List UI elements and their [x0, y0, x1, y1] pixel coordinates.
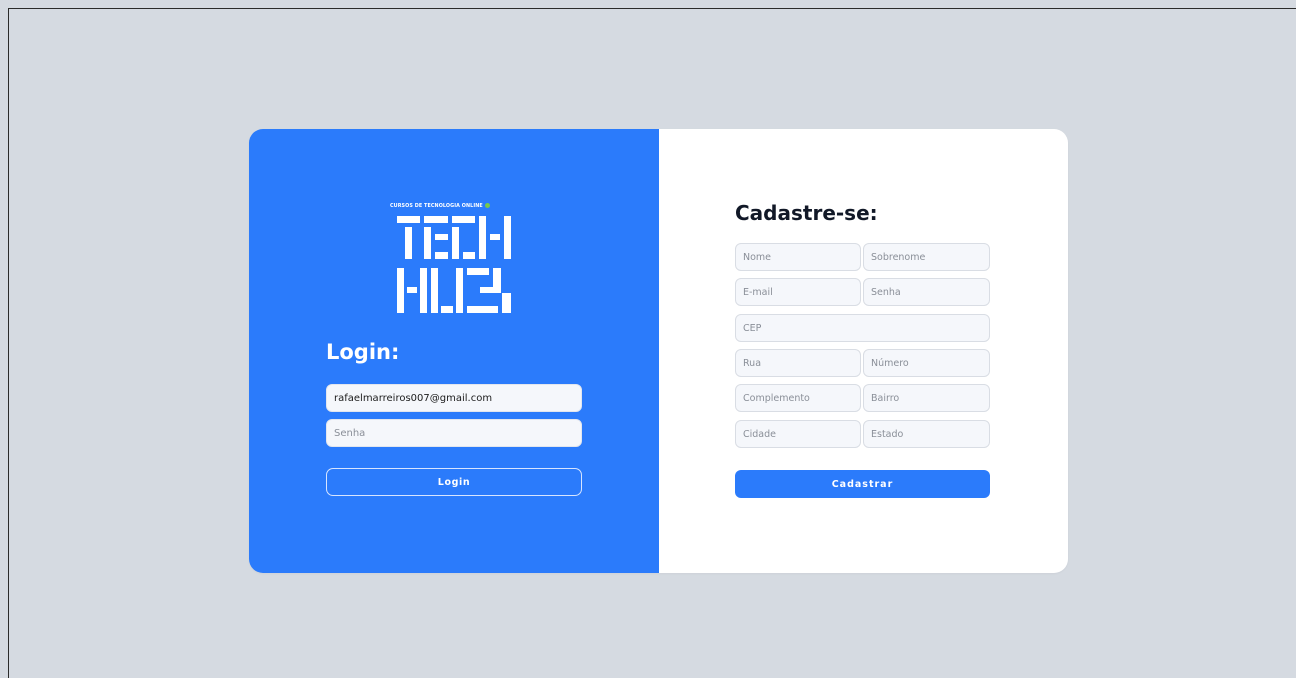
login-panel: CURSOS DE TECNOLOGIA ONLINE Login: rafae…	[249, 129, 659, 573]
neighborhood-input[interactable]	[863, 384, 990, 412]
tagline-dot-icon	[484, 203, 490, 208]
register-email-input[interactable]	[735, 278, 861, 306]
login-button[interactable]: Login	[326, 468, 582, 496]
city-input[interactable]	[735, 420, 861, 448]
login-title: Login:	[326, 340, 400, 364]
number-input[interactable]	[863, 349, 990, 377]
techhub-logo-mark	[397, 216, 511, 313]
auth-card: CURSOS DE TECNOLOGIA ONLINE Login: rafae…	[249, 129, 1068, 573]
register-password-input[interactable]	[863, 278, 990, 306]
first-name-input[interactable]	[735, 243, 861, 271]
complement-input[interactable]	[735, 384, 861, 412]
last-name-input[interactable]	[863, 243, 990, 271]
register-panel: Cadastre-se: Cadastrar	[659, 129, 1068, 573]
login-email-input[interactable]	[326, 384, 582, 412]
street-input[interactable]	[735, 349, 861, 377]
techhub-logo: CURSOS DE TECNOLOGIA ONLINE	[390, 203, 520, 323]
register-button[interactable]: Cadastrar	[735, 470, 990, 498]
cep-input[interactable]	[735, 314, 990, 342]
logo-tagline: CURSOS DE TECNOLOGIA ONLINE	[390, 203, 490, 209]
logo-tagline-text: CURSOS DE TECNOLOGIA ONLINE	[390, 203, 483, 209]
state-input[interactable]	[863, 420, 990, 448]
login-password-input[interactable]	[326, 419, 582, 447]
page-frame: CURSOS DE TECNOLOGIA ONLINE Login: rafae…	[8, 8, 1296, 678]
register-title: Cadastre-se:	[735, 201, 878, 225]
